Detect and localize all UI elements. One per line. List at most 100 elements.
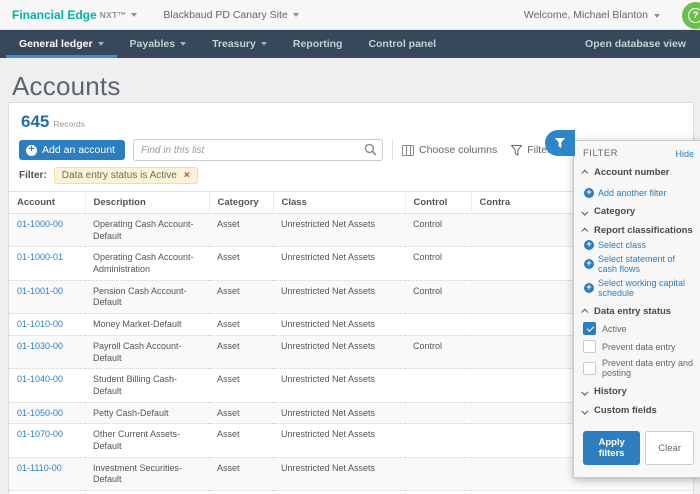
table-row[interactable]: 01-1120-00Short-term Investments-Default… (9, 491, 693, 494)
funnel-icon (511, 145, 522, 156)
checkbox-unchecked-icon[interactable] (583, 362, 596, 375)
account-link[interactable]: 01-1050-00 (9, 402, 85, 424)
nav-item-label: General ledger (19, 38, 93, 50)
add-another-filter-link[interactable]: +Add another filter (584, 188, 694, 198)
account-link[interactable]: 01-1010-00 (9, 314, 85, 336)
columns-icon (402, 145, 414, 156)
table-cell: Asset (209, 214, 273, 247)
filter-section-label: Account number (594, 167, 669, 178)
brand-logo: Financial Edge (12, 8, 97, 22)
filter-section-label: Report classifications (594, 225, 693, 236)
apply-filters-button[interactable]: Apply filters (583, 431, 640, 465)
table-cell: Unrestricted Net Assets (273, 457, 405, 490)
chevron-down-icon (98, 42, 104, 46)
add-account-button[interactable]: + Add an account (19, 140, 125, 160)
open-database-view-link[interactable]: Open database view (577, 30, 694, 58)
table-cell: Unrestricted Net Assets (273, 402, 405, 424)
table-cell: Operating Cash Account-Administration (85, 247, 209, 280)
nav-item-control-panel[interactable]: Control panel (355, 30, 449, 58)
select-statement-of-cash-flows-link[interactable]: + Select statement of cash flows (584, 254, 694, 274)
filter-link-label: Select statement of cash flows (598, 254, 694, 274)
filter-actions: Apply filters Clear (583, 431, 694, 465)
filter-link-label: Select class (598, 240, 646, 250)
checkbox-checked-icon[interactable] (583, 322, 596, 335)
account-link[interactable]: 01-1001-00 (9, 280, 85, 313)
column-header-class[interactable]: Class (273, 192, 405, 214)
filter-panel: FILTER Hide Account number +Add another f… (573, 140, 700, 478)
filter-section-report-classifications[interactable]: Report classifications (583, 225, 694, 236)
filter-panel-toggle[interactable] (545, 130, 575, 156)
user-menu[interactable]: Welcome, Michael Blanton (524, 9, 660, 21)
chevron-down-icon[interactable] (293, 13, 299, 17)
choose-columns-button[interactable]: Choose columns (402, 144, 497, 156)
filter-panel-title: FILTER (583, 148, 618, 159)
table-cell: Payroll Cash Account-Default (85, 335, 209, 368)
remove-filter-icon[interactable]: × (184, 170, 190, 181)
filter-section-custom-fields[interactable]: Custom fields (583, 405, 694, 416)
plus-circle-icon: + (584, 259, 594, 269)
hide-panel-link[interactable]: Hide (675, 149, 694, 159)
chevron-down-icon (180, 42, 186, 46)
table-cell: Short-term Investments-Default (85, 491, 209, 494)
chevron-down-icon (581, 408, 588, 415)
account-link[interactable]: 01-1040-00 (9, 369, 85, 402)
chevron-down-icon (581, 209, 588, 216)
checkbox-prevent-data-entry-and-posting[interactable]: Prevent data entry and posting (583, 358, 694, 378)
table-cell (405, 314, 471, 336)
table-cell (405, 457, 471, 490)
nav-item-label: Control panel (368, 38, 436, 50)
record-count-block: 645 Records (9, 103, 693, 134)
table-cell: Unrestricted Net Assets (273, 369, 405, 402)
column-header-control[interactable]: Control (405, 192, 471, 214)
account-link[interactable]: 01-1000-00 (9, 214, 85, 247)
plus-circle-icon: + (584, 240, 594, 250)
table-cell: Asset (209, 424, 273, 457)
filter-section-account-number[interactable]: Account number (583, 167, 694, 178)
select-working-capital-schedule-link[interactable]: +Select working capital schedule (584, 278, 694, 298)
table-cell: Permanently Restricted Net Assets (273, 491, 405, 494)
table-cell: Asset (209, 280, 273, 313)
table-cell (405, 402, 471, 424)
checkbox-active[interactable]: Active (583, 322, 694, 335)
search-input[interactable] (133, 139, 383, 161)
main-nav: General ledger PayablesTreasuryReporting C… (0, 30, 700, 58)
select-class-link[interactable]: + Select class (584, 240, 694, 250)
column-header-description[interactable]: Description (85, 192, 209, 214)
filter-sections: Account number +Add another filter Categor… (583, 167, 694, 416)
table-cell: Money Market-Default (85, 314, 209, 336)
app-window: Financial Edge NXT™ Blackbaud PD Canary … (0, 0, 700, 494)
table-cell: Student Billing Cash-Default (85, 369, 209, 402)
filter-section-category[interactable]: Category (583, 206, 694, 217)
chevron-down-icon (581, 389, 588, 396)
plus-circle-icon: + (584, 188, 594, 198)
site-selector[interactable]: Blackbaud PD Canary Site (163, 9, 287, 21)
account-link[interactable]: 01-1070-00 (9, 424, 85, 457)
filter-tag[interactable]: Data entry status is Active × (54, 167, 198, 184)
checkbox-prevent-data-entry[interactable]: Prevent data entry (583, 340, 694, 353)
nav-item-reporting[interactable]: Reporting (280, 30, 356, 58)
nav-item-treasury[interactable]: Treasury (199, 30, 280, 58)
nav-item-payables[interactable]: Payables (117, 30, 200, 58)
account-link[interactable]: 01-1110-00 (9, 457, 85, 490)
nav-item-general-ledger[interactable]: General ledger (6, 30, 117, 58)
filter-section-data-entry-status[interactable]: Data entry status (583, 306, 694, 317)
nav-items: General ledger PayablesTreasuryReporting C… (6, 30, 449, 58)
page-title: Accounts (12, 71, 688, 102)
checkbox-unchecked-icon[interactable] (583, 340, 596, 353)
column-header-account[interactable]: Account (9, 192, 85, 214)
table-cell: Unrestricted Net Assets (273, 214, 405, 247)
filter-section-label: Data entry status (594, 306, 671, 317)
account-link[interactable]: 01-1030-00 (9, 335, 85, 368)
filter-link-label: Select working capital schedule (598, 278, 694, 298)
plus-icon: + (26, 145, 37, 156)
filter-section-history[interactable]: History (583, 386, 694, 397)
clear-filters-button[interactable]: Clear (645, 431, 694, 465)
search-wrap (133, 139, 383, 161)
column-header-category[interactable]: Category (209, 192, 273, 214)
help-button[interactable]: ? (682, 2, 700, 29)
account-link[interactable]: 01-1120-00 (9, 491, 85, 494)
account-link[interactable]: 01-1000-01 (9, 247, 85, 280)
table-cell (405, 424, 471, 457)
welcome-text: Welcome, Michael Blanton (524, 9, 648, 21)
chevron-down-icon[interactable] (131, 13, 137, 17)
